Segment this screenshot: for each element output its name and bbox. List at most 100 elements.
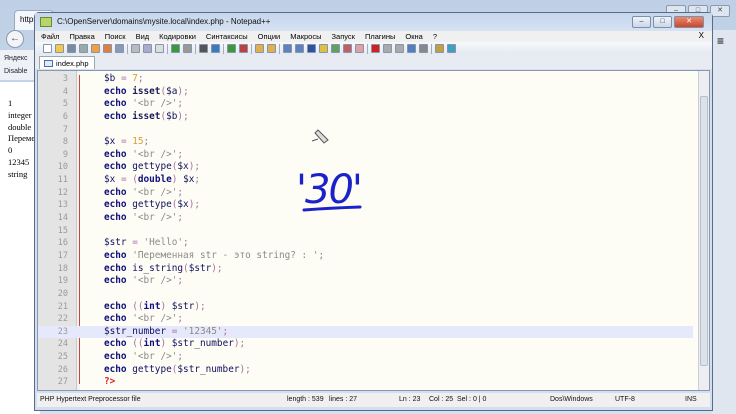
code-line[interactable]: 23 $str_number = '12345'; [38,325,693,339]
toolbar-button-icon[interactable] [227,44,236,53]
back-button[interactable]: ← [6,30,24,48]
menu-language[interactable]: Синтаксисы [206,31,248,42]
code-line[interactable]: 21 echo ((int) $str); [38,301,693,314]
toolbar-button-icon[interactable] [79,44,88,53]
toolbar-button-icon[interactable] [67,44,76,53]
code-line[interactable]: 4 echo isset($a); [38,86,693,99]
code-line[interactable]: 17 echo 'Переменная str - это string? : '… [38,250,693,263]
toolbar-button-icon[interactable] [383,44,392,53]
code-token: ); [239,363,251,375]
toolbar-button-icon[interactable] [103,44,112,53]
line-number: 3 [62,74,68,84]
toolbar-button-icon[interactable] [447,44,456,53]
menu-edit[interactable]: Правка [69,31,94,42]
minimize-button[interactable]: – [632,16,651,28]
code-line[interactable]: 19 echo '<br />'; [38,275,693,288]
line-number: 4 [62,86,68,97]
toolbar-button-icon[interactable] [295,44,304,53]
code-token: echo [104,338,133,350]
code-line[interactable]: 15 [38,225,693,238]
toolbar-separator [223,43,224,54]
toolbar-button-icon[interactable] [307,44,316,53]
code-token: ; [177,313,184,325]
toolbar-button-icon[interactable] [115,44,124,53]
toolbar-button-icon[interactable] [395,44,404,53]
code-token: $a [166,85,178,97]
menu-window[interactable]: Окна [405,31,422,42]
line-number: 15 [57,225,68,236]
toolbar-button-icon[interactable] [319,44,328,53]
menu-macro[interactable]: Макросы [290,31,321,42]
close-document-button[interactable]: X [699,31,704,40]
code-token: ); [194,300,206,312]
line-text: echo '<br />'; [104,212,183,225]
toolbar-button-icon[interactable] [255,44,264,53]
line-text: echo '<br />'; [104,98,183,111]
toolbar-button-icon[interactable] [355,44,364,53]
maximize-button[interactable]: □ [653,16,672,28]
toolbar-separator [367,43,368,54]
code-line[interactable]: 22 echo '<br />'; [38,313,693,326]
line-number: 10 [57,162,68,173]
toolbar-button-icon[interactable] [239,44,248,53]
toolbar-button-icon[interactable] [267,44,276,53]
code-token: int [143,300,161,312]
toolbar-button-icon[interactable] [55,44,64,53]
close-button[interactable]: ✕ [674,16,704,28]
code-token: (( [132,300,144,312]
menu-search[interactable]: Поиск [105,31,126,42]
toolbar-button-icon[interactable] [343,44,352,53]
code-line[interactable]: 27 ?> [38,376,693,389]
menu-plugins[interactable]: Плагины [365,31,395,42]
code-line[interactable]: 26 echo gettype($str_number); [38,364,693,377]
line-number: 22 [57,314,68,325]
tab-index-php[interactable]: index.php [39,56,95,69]
line-text: echo '<br />'; [104,149,183,162]
toolbar-button-icon[interactable] [43,44,52,53]
code-line[interactable]: 20 [38,288,693,301]
line-text: echo isset($a); [104,86,189,99]
toolbar-button-icon[interactable] [435,44,444,53]
code-token: ; [177,275,184,287]
toolbar-button-icon[interactable] [199,44,208,53]
toolbar-button-icon[interactable] [407,44,416,53]
menu-file[interactable]: Файл [41,31,59,42]
toolbar-button-icon[interactable] [419,44,428,53]
code-token: = [115,174,133,186]
toolbar-button-icon[interactable] [371,44,380,53]
vertical-scrollbar[interactable] [698,71,709,390]
menu-help[interactable]: ? [433,31,437,42]
toolbar-button-icon[interactable] [283,44,292,53]
toolbar-button-icon[interactable] [131,44,140,53]
toolbar-button-icon[interactable] [331,44,340,53]
bookmark-yandex[interactable]: Яндекс [4,55,28,62]
code-token: $x [104,174,116,186]
line-text: $b = 7; [104,73,144,86]
code-token: ; [177,351,184,363]
toolbar-button-icon[interactable] [91,44,100,53]
menu-run[interactable]: Запуск [332,31,355,42]
menu-icon[interactable]: ≡ [717,34,736,48]
code-line[interactable]: 25 echo '<br />'; [38,351,693,364]
menu-view[interactable]: Вид [136,31,150,42]
code-line[interactable]: 24 echo ((int) $str_number); [38,338,693,351]
toolbar-button-icon[interactable] [183,44,192,53]
toolbar-button-icon[interactable] [143,44,152,53]
browser-close-button[interactable]: ✕ [710,5,730,17]
code-token: $str_number [104,325,167,337]
toolbar-button-icon[interactable] [171,44,180,53]
menu-settings[interactable]: Опции [258,31,281,42]
code-token: $x [104,136,116,148]
code-line[interactable]: 18 echo is_string($str); [38,263,693,276]
status-lines: lines : 27 [329,396,358,403]
toolbar-button-icon[interactable] [211,44,220,53]
code-line[interactable]: 3 $b = 7; [38,73,693,86]
menu-encoding[interactable]: Кодировки [159,31,196,42]
toolbar-button-icon[interactable] [155,44,164,53]
status-length: length : 539 [287,396,324,403]
code-line[interactable]: 16 $str = 'Hello'; [38,237,693,250]
line-text: echo ((int) $str_number); [104,338,245,351]
bookmark-disable[interactable]: Disable [4,68,27,75]
line-text: echo is_string($str); [104,263,223,276]
scrollbar-thumb[interactable] [700,96,708,366]
